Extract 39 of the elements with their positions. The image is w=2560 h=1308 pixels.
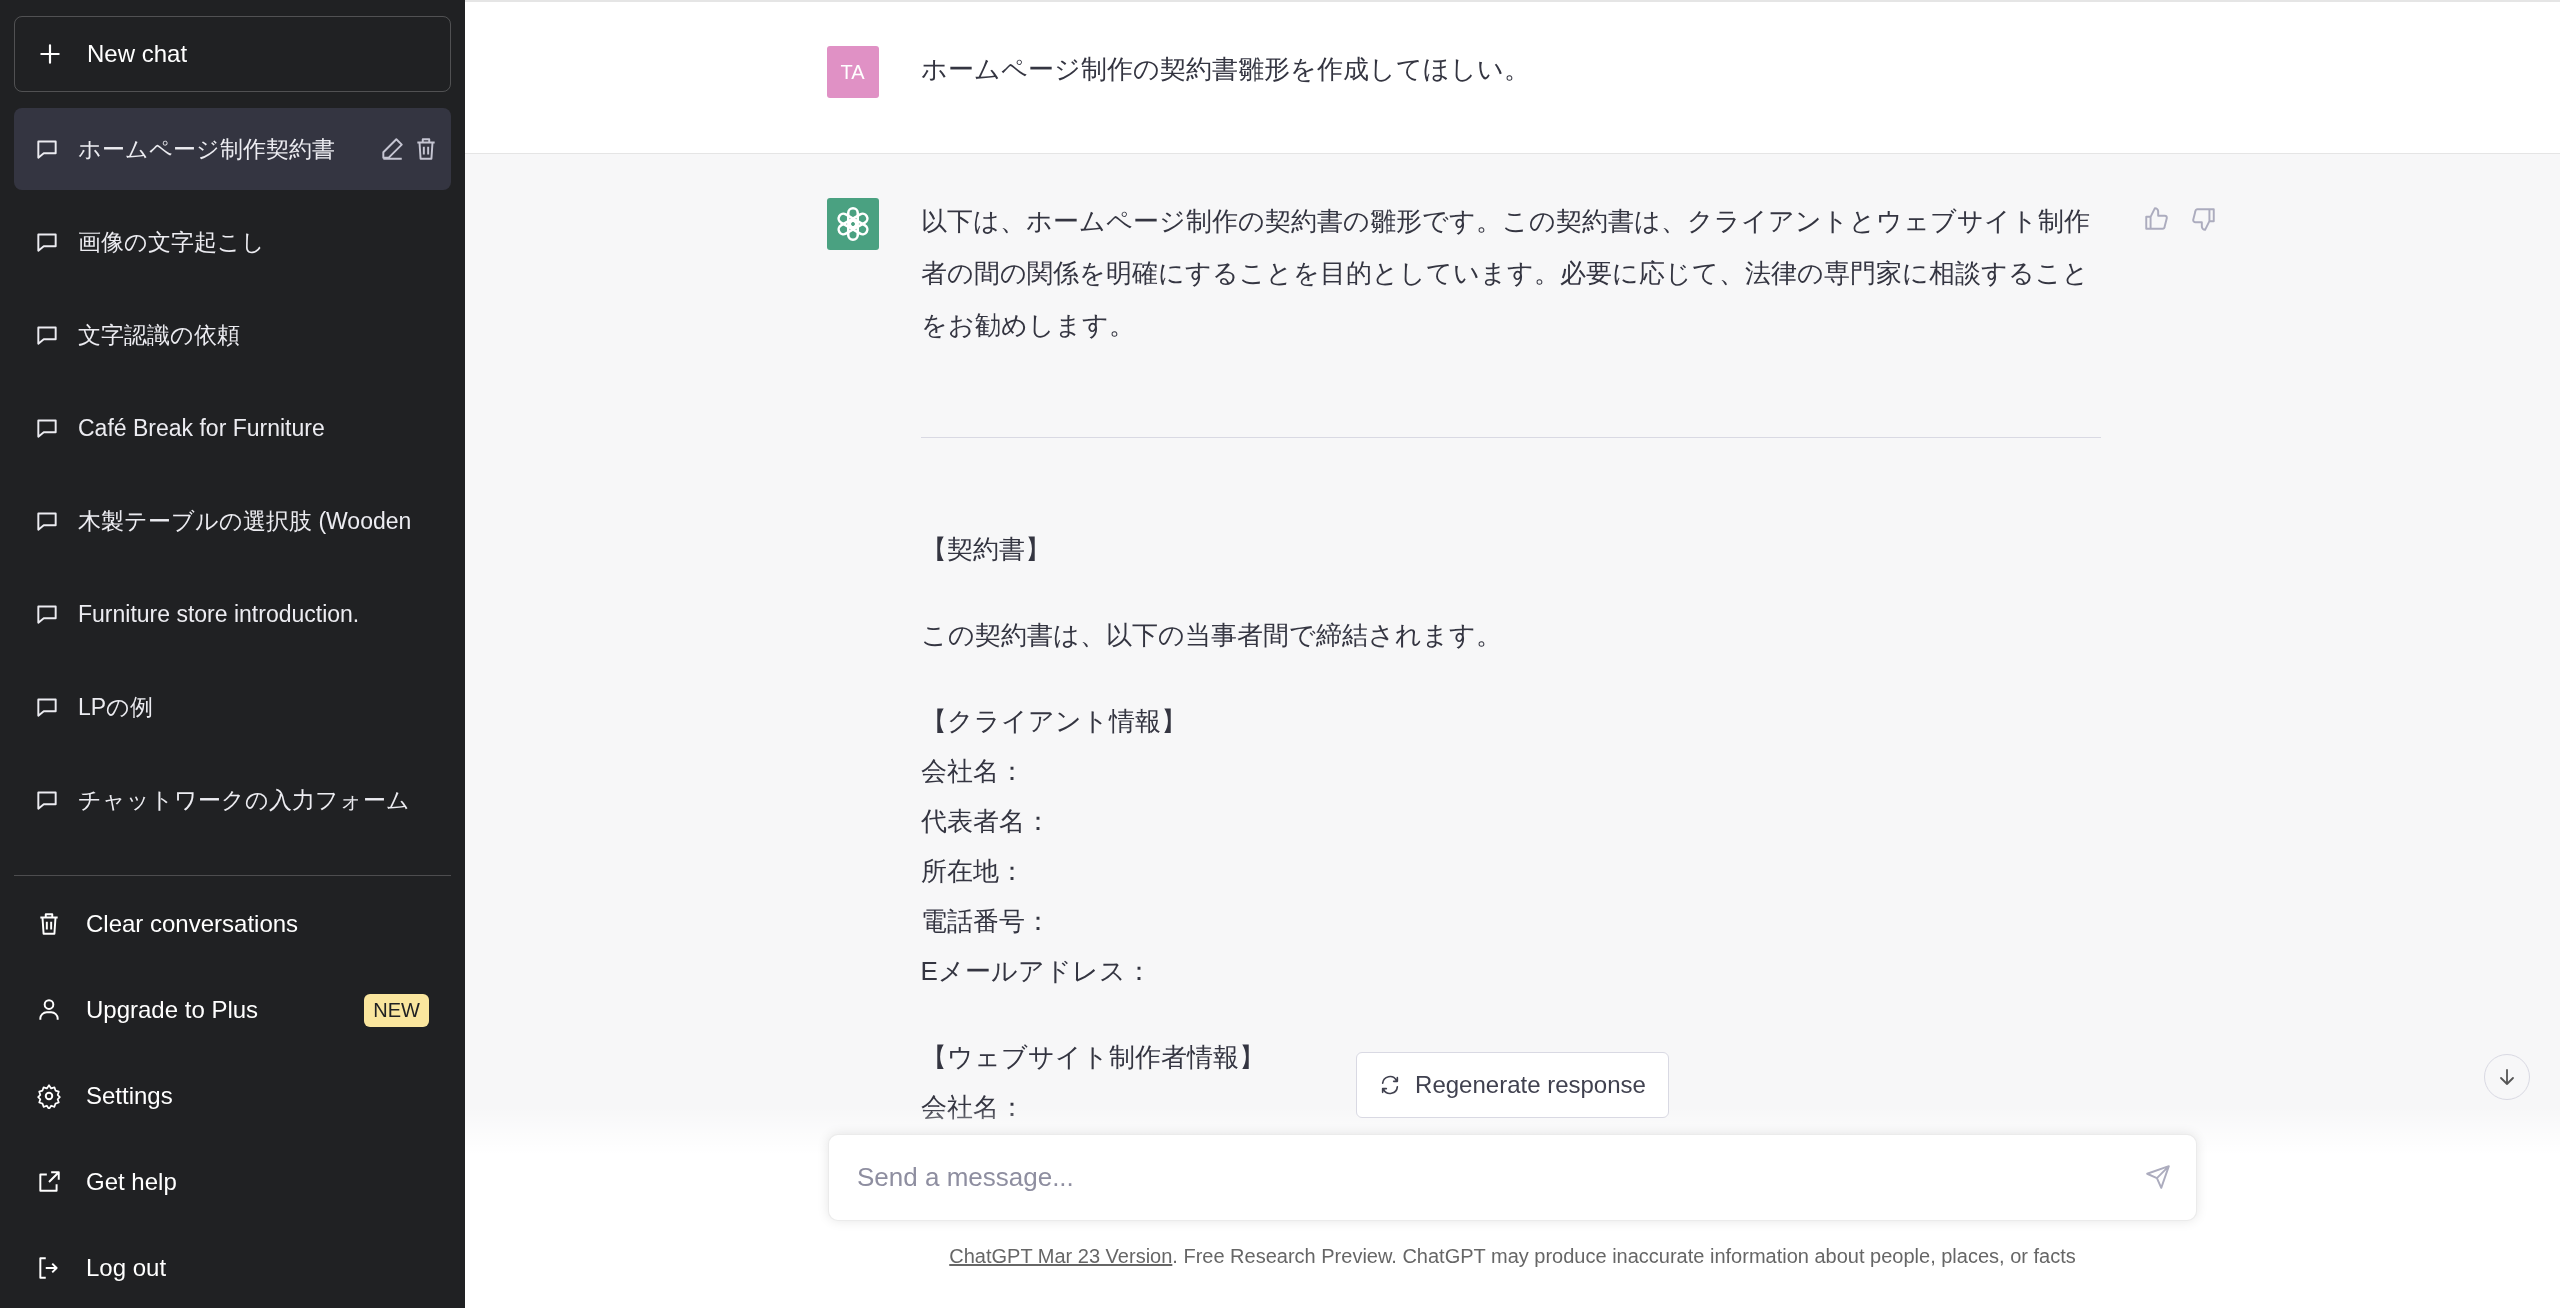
message-input[interactable]: Send a message... xyxy=(828,1134,2197,1221)
message-text-line: Eメールアドレス： xyxy=(920,955,1152,988)
thumbs-down-icon[interactable] xyxy=(2190,206,2217,232)
person-icon xyxy=(36,997,62,1023)
message-text-line: 【クライアント情報】 xyxy=(920,705,1187,738)
message-text-line: 代表者名： xyxy=(920,805,1051,838)
external-link-icon xyxy=(36,1169,62,1195)
sidebar-menu-item[interactable]: Upgrade to Plus NEW xyxy=(14,970,451,1050)
conversation-item[interactable]: LPの例 xyxy=(14,666,451,748)
user-avatar: TA xyxy=(826,46,879,98)
message-text-line: この契約書は、以下の当事者間で締結されます。 xyxy=(920,619,1502,652)
message-text-line: 会社名： xyxy=(920,755,1025,788)
sidebar-menu-item[interactable]: Settings xyxy=(14,1056,451,1136)
message-text: ホームページ制作の契約書雛形を作成してほしい。 xyxy=(920,53,1531,86)
sidebar-menu-item[interactable]: Log out xyxy=(14,1228,451,1308)
plus-icon xyxy=(37,41,63,67)
conversation-item[interactable]: 画像の文字起こし xyxy=(14,201,451,283)
conversation-item[interactable]: チャットワークの入力フォーム xyxy=(14,759,451,841)
new-badge: NEW xyxy=(364,993,429,1027)
message-text-line: 会社名： xyxy=(920,1091,1025,1124)
message-text-line: 所在地： xyxy=(920,855,1025,888)
message-text: 以下は、ホームページ制作の契約書の雛形です。この契約書は、クライアントとウェブサイト制作者の間の関係を明確にすることを目的としています。必要に応じて、法律の専門家に相談することをお勧めします。 xyxy=(920,205,2091,342)
thumbs-up-icon[interactable] xyxy=(2142,206,2169,232)
conversation-item[interactable]: Furniture store introduction. xyxy=(14,573,451,655)
sidebar-menu-item[interactable]: Clear conversations xyxy=(14,884,451,964)
message-text-line: 【ウェブサイト制作者情報】 xyxy=(920,1041,1265,1074)
sidebar-menu-item[interactable]: Get help xyxy=(14,1142,451,1222)
conversation-item[interactable]: 木製テーブルの選択肢 (Wooden xyxy=(14,480,451,562)
regenerate-button[interactable]: Regenerate response xyxy=(1356,1052,1669,1118)
message-text-line: 【契約書】 xyxy=(920,533,1051,566)
conversation-item[interactable]: ホームページ制作契約書 xyxy=(14,108,451,190)
settings-icon xyxy=(36,1083,62,1109)
conversation-item[interactable]: Café Break for Furniture xyxy=(14,387,451,469)
version-link[interactable]: ChatGPT Mar 23 Version xyxy=(949,1245,1173,1267)
disclaimer-text: ChatGPT Mar 23 Version. Free Research Preview. ChatGPT may produce inaccurate information about people, places, or facts xyxy=(949,1245,2076,1268)
new-chat-button[interactable]: New chat xyxy=(14,16,451,92)
conversation-item[interactable]: 文字認識の依頼 xyxy=(14,294,451,376)
edit-icon[interactable] xyxy=(379,136,405,162)
message-text-line: 電話番号： xyxy=(920,905,1051,938)
